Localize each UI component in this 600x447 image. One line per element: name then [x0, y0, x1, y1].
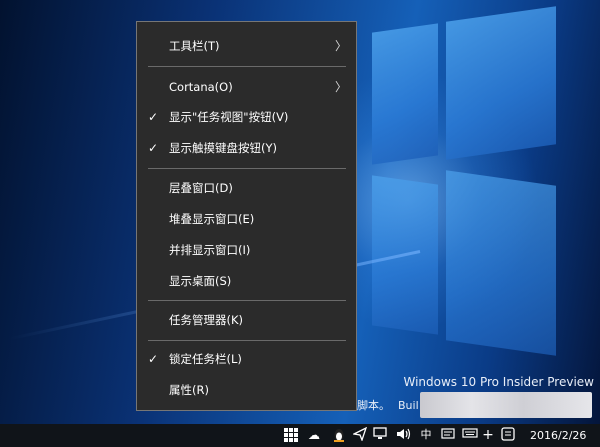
menu-item-side-by-side-windows[interactable]: 并排显示窗口(I): [137, 236, 356, 264]
menu-item-label: 并排显示窗口(I): [169, 243, 251, 257]
menu-item-label: 显示桌面(S): [169, 274, 232, 288]
taskbar[interactable]: ☁ 中 + 2016/2/26: [0, 424, 600, 447]
menu-item-cortana[interactable]: Cortana(O) 〉: [137, 73, 356, 101]
blurred-region: [420, 392, 592, 418]
menu-item-label: 锁定任务栏(L): [169, 352, 242, 366]
send-icon[interactable]: [351, 426, 368, 443]
menu-item-stack-windows[interactable]: 堆叠显示窗口(E): [137, 205, 356, 233]
plus-icon[interactable]: +: [480, 427, 496, 443]
network-icon[interactable]: [373, 427, 389, 443]
menu-item-show-desktop[interactable]: 显示桌面(S): [137, 267, 356, 295]
build-watermark-title: Windows 10 Pro Insider Preview: [403, 375, 594, 389]
menu-item-label: 堆叠显示窗口(E): [169, 212, 255, 226]
menu-item-label: 层叠窗口(D): [169, 181, 233, 195]
submenu-arrow-icon: 〉: [334, 39, 347, 53]
menu-item-cascade-windows[interactable]: 层叠窗口(D): [137, 174, 356, 202]
action-center-icon[interactable]: [440, 427, 456, 443]
checkmark-icon: ✓: [148, 141, 159, 155]
menu-item-label: Cortana(O): [169, 80, 233, 94]
watermark-text-a: 脚本。: [357, 399, 390, 412]
wallpaper-window-pane: [372, 23, 438, 165]
menu-item-properties[interactable]: 属性(R): [137, 376, 356, 404]
checkmark-icon: ✓: [148, 352, 159, 366]
checkmark-icon: ✓: [148, 110, 159, 124]
menu-separator: [148, 66, 346, 67]
notification-icon[interactable]: [500, 427, 516, 443]
wallpaper-window-pane: [446, 6, 556, 160]
menu-item-show-touch-keyboard-button[interactable]: ✓ 显示触摸键盘按钮(Y): [137, 134, 356, 162]
task-view-grid-icon[interactable]: [283, 427, 299, 443]
input-method-icon[interactable]: 中: [418, 427, 434, 443]
menu-separator: [148, 300, 346, 301]
menu-item-label: 任务管理器(K): [169, 313, 244, 327]
wallpaper-window-pane: [446, 170, 556, 356]
menu-separator: [148, 340, 346, 341]
onedrive-cloud-icon[interactable]: ☁: [306, 427, 322, 443]
touch-keyboard-icon[interactable]: [462, 427, 478, 443]
menu-item-task-manager[interactable]: 任务管理器(K): [137, 306, 356, 334]
qq-penguin-icon[interactable]: [331, 427, 347, 443]
volume-icon[interactable]: [396, 427, 412, 443]
menu-item-label: 显示触摸键盘按钮(Y): [169, 141, 277, 155]
build-watermark-line: 脚本。 Buil: [357, 397, 419, 413]
menu-separator: [148, 168, 346, 169]
menu-item-label: 工具栏(T): [169, 39, 220, 53]
menu-item-label: 显示"任务视图"按钮(V): [169, 110, 289, 124]
taskbar-date[interactable]: 2016/2/26: [530, 429, 586, 442]
menu-item-lock-taskbar[interactable]: ✓ 锁定任务栏(L): [137, 345, 356, 373]
menu-item-label: 属性(R): [169, 383, 209, 397]
submenu-arrow-icon: 〉: [334, 80, 347, 94]
taskbar-context-menu: 工具栏(T) 〉 Cortana(O) 〉 ✓ 显示"任务视图"按钮(V) ✓ …: [136, 21, 357, 411]
watermark-text-b: Buil: [398, 399, 419, 412]
menu-item-show-task-view-button[interactable]: ✓ 显示"任务视图"按钮(V): [137, 103, 356, 131]
menu-item-toolbars[interactable]: 工具栏(T) 〉: [137, 32, 356, 60]
